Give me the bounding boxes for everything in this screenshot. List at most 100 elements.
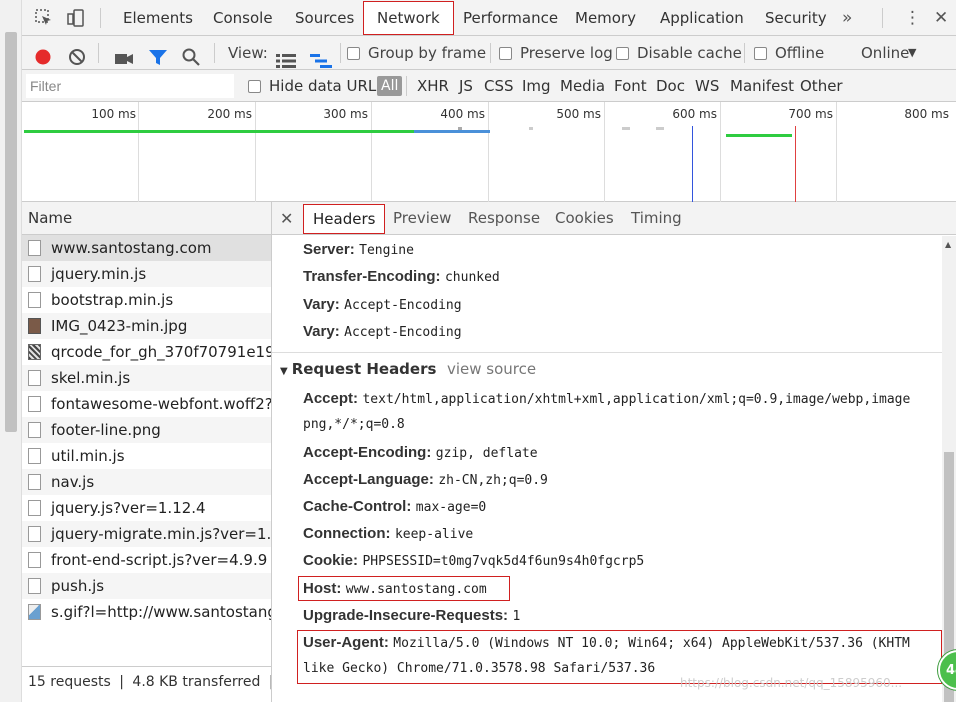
tab-memory[interactable]: Memory bbox=[562, 0, 649, 36]
header-key: Vary: bbox=[303, 323, 340, 340]
header-value: PHPSESSID=t0mg7vqk5d4f6un9s4h0fgcrp5 bbox=[362, 554, 645, 569]
device-toolbar-icon[interactable] bbox=[66, 8, 86, 28]
hide-data-urls-checkbox[interactable]: Hide data URLs bbox=[248, 70, 384, 102]
request-row[interactable]: s.gif?l=http://www.santostang.... bbox=[22, 599, 271, 625]
timeline-tick-label: 700 ms bbox=[788, 107, 833, 121]
header-row: Server: Tengine bbox=[303, 241, 414, 258]
large-rows-icon[interactable] bbox=[276, 46, 296, 68]
close-details-button[interactable]: ✕ bbox=[280, 202, 293, 235]
filter-input[interactable] bbox=[26, 74, 234, 98]
filter-type-all[interactable]: All bbox=[377, 76, 403, 96]
tab-response[interactable]: Response bbox=[468, 202, 540, 235]
header-key: Cache-Control: bbox=[303, 498, 412, 515]
tab-application[interactable]: Application bbox=[647, 0, 757, 36]
timeline-tick-label: 600 ms bbox=[672, 107, 717, 121]
tab-network[interactable]: Network bbox=[363, 1, 454, 35]
header-key: Vary: bbox=[303, 296, 340, 313]
page-scrollbar-thumb[interactable] bbox=[5, 32, 17, 432]
request-name: jquery-migrate.min.js?ver=1.4.1 bbox=[51, 525, 271, 543]
checkbox-icon bbox=[616, 47, 629, 60]
header-key: Accept: bbox=[303, 390, 359, 407]
headers-view: Server: Tengine Transfer-Encoding: chunk… bbox=[272, 236, 942, 702]
settings-menu-button[interactable]: ⋮ bbox=[904, 0, 921, 36]
request-name: jquery.min.js bbox=[51, 265, 147, 283]
header-row: Accept: text/html,application/xhtml+xml,… bbox=[303, 390, 910, 407]
timeline-tick-label: 500 ms bbox=[556, 107, 601, 121]
request-name: fontawesome-webfont.woff2?... bbox=[51, 395, 271, 413]
tab-console[interactable]: Console bbox=[200, 0, 286, 36]
request-row[interactable]: footer-line.png bbox=[22, 417, 271, 443]
filter-type-css[interactable]: CSS bbox=[484, 70, 514, 102]
request-name: push.js bbox=[51, 577, 105, 595]
group-by-frame-checkbox[interactable]: Group by frame bbox=[347, 36, 486, 70]
timeline-bar bbox=[24, 130, 414, 133]
status-bar: 15 requests | 4.8 KB transferred | ... bbox=[22, 666, 271, 702]
close-devtools-button[interactable]: ✕ bbox=[934, 0, 948, 36]
request-headers-title[interactable]: ▼ Request Headers bbox=[280, 360, 436, 378]
request-headers-section[interactable]: ▼ Request Headers view source bbox=[272, 352, 942, 384]
request-row[interactable]: nav.js bbox=[22, 469, 271, 495]
request-row[interactable]: skel.min.js bbox=[22, 365, 271, 391]
throttling-select[interactable]: Online bbox=[861, 36, 909, 70]
tab-headers[interactable]: Headers bbox=[303, 204, 386, 234]
offline-checkbox[interactable]: Offline bbox=[754, 36, 824, 70]
timeline-tick-label: 200 ms bbox=[207, 107, 252, 121]
request-row[interactable]: qrcode_for_gh_370f70791e19_... bbox=[22, 339, 271, 365]
request-count: 15 requests bbox=[28, 674, 111, 690]
preserve-log-checkbox[interactable]: Preserve log bbox=[499, 36, 613, 70]
request-row[interactable]: IMG_0423-min.jpg bbox=[22, 313, 271, 339]
filter-type-xhr[interactable]: XHR bbox=[417, 70, 449, 102]
filter-type-doc[interactable]: Doc bbox=[656, 70, 685, 102]
request-row[interactable]: front-end-script.js?ver=4.9.9 bbox=[22, 547, 271, 573]
inspect-element-icon[interactable] bbox=[34, 8, 54, 28]
view-source-link[interactable]: view source bbox=[447, 360, 536, 378]
name-column-header[interactable]: Name bbox=[22, 202, 271, 235]
timeline-overview[interactable]: 100 ms 200 ms 300 ms 400 ms 500 ms 600 m… bbox=[22, 102, 956, 202]
tab-cookies[interactable]: Cookies bbox=[555, 202, 614, 235]
request-row[interactable]: util.min.js bbox=[22, 443, 271, 469]
more-tabs-button[interactable]: » bbox=[842, 0, 852, 36]
filter-type-js[interactable]: JS bbox=[459, 70, 473, 102]
request-row[interactable]: www.santostang.com bbox=[22, 235, 271, 261]
request-row[interactable]: bootstrap.min.js bbox=[22, 287, 271, 313]
header-row-continuation: png,*/*;q=0.8 bbox=[303, 416, 405, 432]
preserve-log-label: Preserve log bbox=[520, 44, 613, 62]
tab-security[interactable]: Security bbox=[752, 0, 840, 36]
screenshot-camera-icon[interactable] bbox=[114, 45, 134, 64]
disable-cache-checkbox[interactable]: Disable cache bbox=[616, 36, 742, 70]
checkbox-icon bbox=[347, 47, 360, 60]
tab-sources[interactable]: Sources bbox=[282, 0, 367, 36]
filter-type-font[interactable]: Font bbox=[614, 70, 647, 102]
search-icon[interactable] bbox=[182, 44, 200, 66]
filter-funnel-icon[interactable] bbox=[148, 44, 168, 65]
request-name: front-end-script.js?ver=4.9.9 bbox=[51, 551, 268, 569]
transferred-size: 4.8 KB transferred bbox=[132, 674, 261, 690]
request-row[interactable]: jquery-migrate.min.js?ver=1.4.1 bbox=[22, 521, 271, 547]
header-value-continuation: png,*/*;q=0.8 bbox=[303, 417, 405, 432]
request-row[interactable]: push.js bbox=[22, 573, 271, 599]
document-icon bbox=[28, 422, 41, 438]
clear-button[interactable] bbox=[68, 44, 86, 65]
filter-type-img[interactable]: Img bbox=[522, 70, 551, 102]
tab-performance[interactable]: Performance bbox=[450, 0, 571, 36]
tab-preview[interactable]: Preview bbox=[393, 202, 451, 235]
details-scrollbar[interactable]: ▲ bbox=[942, 236, 956, 702]
filter-type-media[interactable]: Media bbox=[560, 70, 605, 102]
chevron-down-icon[interactable]: ▼ bbox=[908, 36, 916, 70]
filter-type-ws[interactable]: WS bbox=[695, 70, 719, 102]
scroll-up-arrow-icon[interactable]: ▲ bbox=[945, 240, 951, 249]
image-thumbnail-icon bbox=[28, 318, 41, 334]
request-row[interactable]: jquery.js?ver=1.12.4 bbox=[22, 495, 271, 521]
header-key: Server: bbox=[303, 241, 355, 258]
request-name: nav.js bbox=[51, 473, 95, 491]
tab-timing[interactable]: Timing bbox=[631, 202, 682, 235]
page-scrollbar[interactable] bbox=[0, 0, 22, 702]
request-row[interactable]: jquery.min.js bbox=[22, 261, 271, 287]
filter-type-manifest[interactable]: Manifest bbox=[730, 70, 794, 102]
tab-elements[interactable]: Elements bbox=[110, 0, 206, 36]
record-button[interactable] bbox=[34, 44, 52, 65]
waterfall-overview-icon[interactable] bbox=[310, 46, 332, 68]
filter-type-other[interactable]: Other bbox=[800, 70, 843, 102]
request-row[interactable]: fontawesome-webfont.woff2?... bbox=[22, 391, 271, 417]
header-key: Transfer-Encoding: bbox=[303, 268, 441, 285]
